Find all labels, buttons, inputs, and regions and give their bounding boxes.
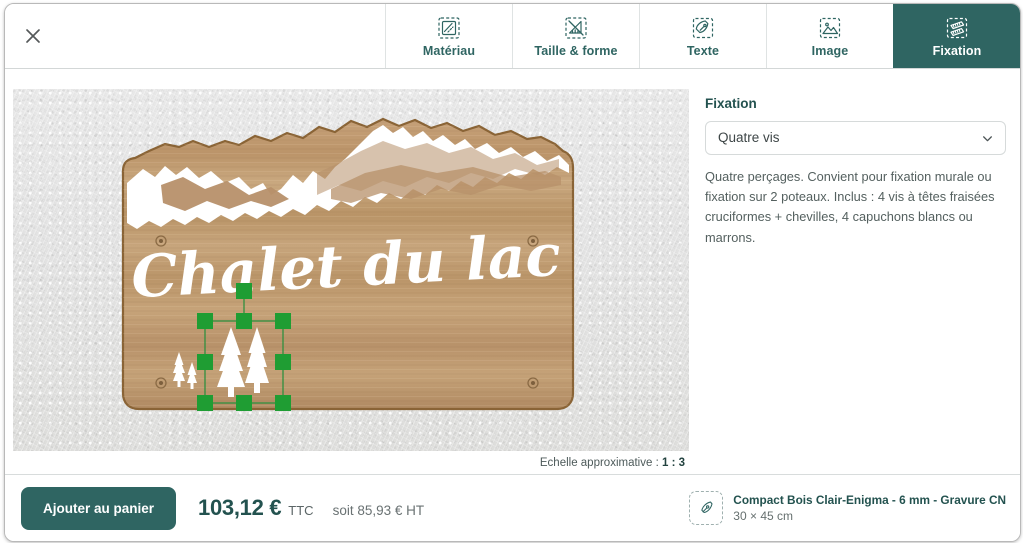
scale-indicator: Echelle approximative : 1 : 3: [5, 457, 689, 469]
tab-texte[interactable]: Texte: [639, 4, 766, 68]
close-icon: [26, 29, 40, 43]
tab-label: Image: [811, 43, 849, 58]
size-shape-ruler-icon: [564, 15, 588, 41]
resize-handle-sw: [197, 395, 213, 411]
tab-image[interactable]: Image: [766, 4, 893, 68]
resize-handle-nw: [197, 313, 213, 329]
app-root: Matériau Taille & forme Texte Image Fixa…: [0, 0, 1023, 543]
fixation-screws-icon: [945, 15, 969, 41]
fixation-description: Quatre perçages. Convient pour fixation …: [705, 169, 995, 245]
close-button[interactable]: [5, 4, 61, 68]
tab-label: Taille & forme: [534, 43, 618, 58]
price-ttc-suffix: TTC: [288, 503, 314, 518]
fixation-select[interactable]: Quatre vis: [705, 121, 1006, 155]
rotate-handle: [236, 283, 252, 299]
body-area: Chalet du lac Echelle approximative: 1 …: [5, 69, 1020, 474]
tab-label: Texte: [686, 43, 720, 58]
panel-title: Fixation: [705, 96, 757, 111]
resize-handle-e: [275, 354, 291, 370]
text-pen-icon: [691, 15, 715, 41]
tab-taille-forme[interactable]: Taille & forme: [512, 4, 639, 68]
configurator-window: Matériau Taille & forme Texte Image Fixa…: [4, 3, 1021, 542]
product-name: Compact Bois Clair-Enigma - 6 mm - Gravu…: [733, 492, 1006, 507]
header-spacer: [61, 4, 385, 68]
tab-fixation[interactable]: Fixation: [893, 4, 1020, 68]
sign-preview[interactable]: Chalet du lac: [121, 111, 575, 411]
canvas-column: Chalet du lac Echelle approximative: 1 …: [5, 69, 695, 474]
fixation-panel: Fixation Quatre vis Quatre perçages. Con…: [695, 69, 1020, 474]
resize-handle-ne: [275, 313, 291, 329]
tab-label: Matériau: [422, 43, 476, 58]
scale-value: 1 : 3: [661, 457, 685, 469]
sign-svg: Chalet du lac: [121, 117, 575, 411]
header-bar: Matériau Taille & forme Texte Image Fixa…: [5, 4, 1020, 69]
tab-bar: Matériau Taille & forme Texte Image Fixa…: [385, 4, 1020, 68]
product-dimensions: 30 × 45 cm: [733, 509, 793, 524]
design-canvas[interactable]: Chalet du lac: [13, 89, 689, 451]
fixation-select-wrap: Quatre vis: [705, 121, 1006, 155]
price-ttc: 103,12 €: [198, 495, 282, 520]
pen-nib-icon: [689, 491, 724, 525]
product-info: Compact Bois Clair-Enigma - 6 mm - Gravu…: [733, 493, 1006, 524]
image-picture-icon: [818, 15, 842, 41]
resize-handle-s: [236, 395, 252, 411]
resize-handle-w: [197, 354, 213, 370]
tab-materiau[interactable]: Matériau: [385, 4, 512, 68]
footer-bar: Ajouter au panier 103,12 € TTC soit 85,9…: [5, 474, 1020, 541]
price-block: 103,12 € TTC soit 85,93 € HT: [198, 495, 424, 521]
resize-handle-n: [236, 313, 252, 329]
resize-handle-se: [275, 395, 291, 411]
material-swatch-icon: [437, 15, 461, 41]
product-summary[interactable]: Compact Bois Clair-Enigma - 6 mm - Gravu…: [689, 491, 1006, 525]
scale-label: Echelle approximative :: [539, 457, 659, 469]
price-ht: soit 85,93 € HT: [332, 503, 425, 518]
add-to-cart-button[interactable]: Ajouter au panier: [21, 486, 177, 530]
tab-label: Fixation: [932, 43, 982, 58]
